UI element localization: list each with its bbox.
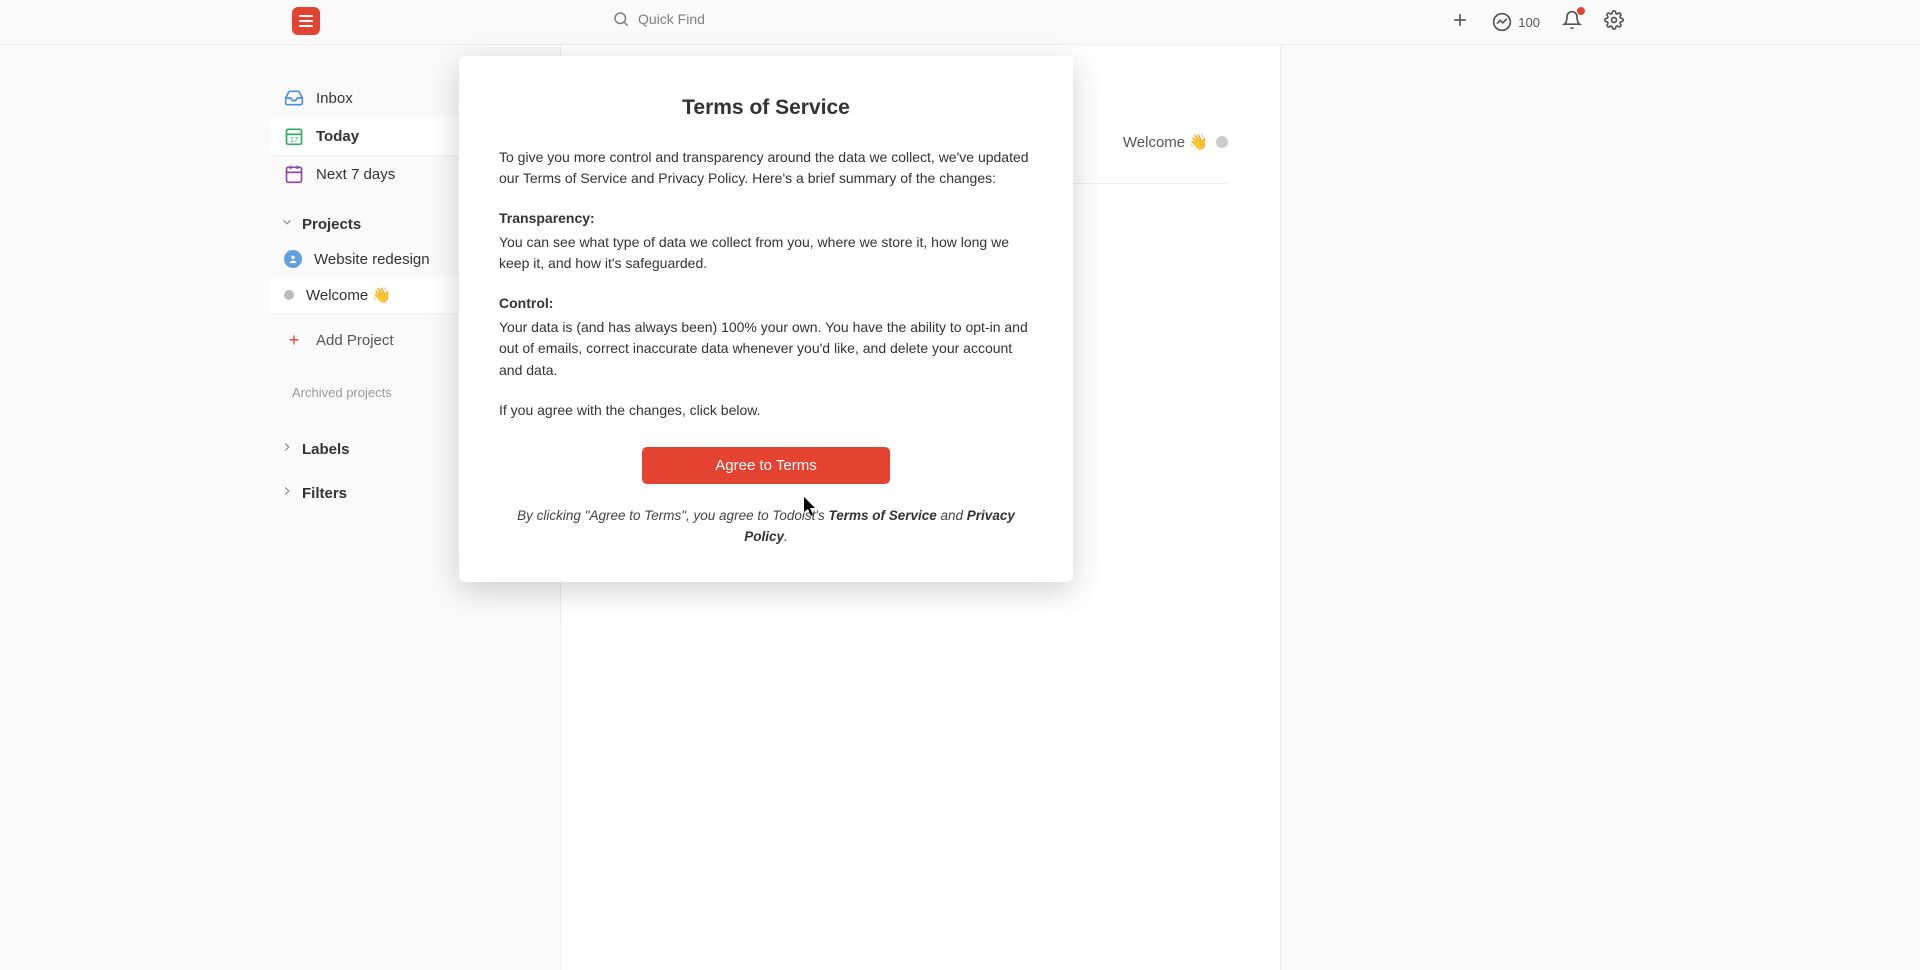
footnote-pre: By clicking "Agree to Terms", you agree … bbox=[517, 508, 828, 523]
modal-closing: If you agree with the changes, click bel… bbox=[499, 400, 1033, 422]
agree-to-terms-button[interactable]: Agree to Terms bbox=[642, 447, 890, 484]
footnote-suffix: . bbox=[784, 529, 788, 544]
modal-title: Terms of Service bbox=[499, 92, 1033, 125]
transparency-body: You can see what type of data we collect… bbox=[499, 232, 1033, 275]
terms-modal: Terms of Service To give you more contro… bbox=[459, 56, 1073, 582]
modal-footnote: By clicking "Agree to Terms", you agree … bbox=[499, 506, 1033, 548]
control-title: Control: bbox=[499, 293, 1033, 315]
control-body: Your data is (and has always been) 100% … bbox=[499, 317, 1033, 382]
terms-of-service-link[interactable]: Terms of Service bbox=[828, 508, 936, 523]
modal-intro: To give you more control and transparenc… bbox=[499, 147, 1033, 190]
footnote-and: and bbox=[937, 508, 967, 523]
transparency-title: Transparency: bbox=[499, 208, 1033, 230]
